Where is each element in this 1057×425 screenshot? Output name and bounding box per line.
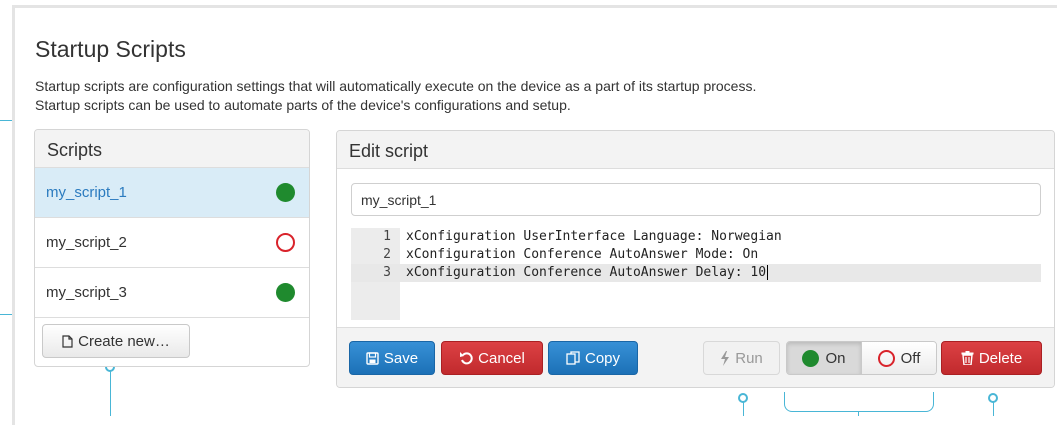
script-item-label: my_script_3 bbox=[46, 284, 127, 301]
line-text: xConfiguration Conference AutoAnswer Del… bbox=[406, 265, 767, 280]
scripts-panel: Scripts my_script_1 my_script_2 my_scrip… bbox=[34, 129, 310, 367]
line-number: 2 bbox=[383, 247, 391, 262]
status-on-icon bbox=[276, 183, 295, 202]
callout-dot-delete bbox=[988, 393, 998, 403]
line-text: xConfiguration Conference AutoAnswer Mod… bbox=[406, 247, 759, 262]
floppy-disk-icon bbox=[366, 351, 379, 365]
page-description-line-2: Startup scripts can be used to automate … bbox=[35, 97, 571, 113]
code-line-active: 3 xConfiguration Conference AutoAnswer D… bbox=[351, 264, 1041, 282]
on-off-toggle: On Off bbox=[786, 341, 937, 375]
line-number: 1 bbox=[383, 229, 391, 244]
page-description-line-1: Startup scripts are configuration settin… bbox=[35, 78, 757, 94]
script-item-label: my_script_2 bbox=[46, 234, 127, 251]
script-item-my-script-1[interactable]: my_script_1 bbox=[35, 168, 309, 218]
trash-icon bbox=[961, 351, 974, 365]
line-number: 3 bbox=[383, 265, 391, 280]
cancel-button[interactable]: Cancel bbox=[441, 341, 543, 375]
script-item-my-script-2[interactable]: my_script_2 bbox=[35, 218, 309, 268]
create-new-button[interactable]: Create new… bbox=[42, 324, 190, 358]
toggle-off-label: Off bbox=[900, 349, 921, 367]
copy-button[interactable]: Copy bbox=[548, 341, 638, 375]
callout-line-create bbox=[110, 370, 111, 416]
toggle-on-option[interactable]: On bbox=[787, 342, 861, 374]
run-button[interactable]: Run bbox=[703, 341, 780, 375]
run-label: Run bbox=[735, 349, 763, 367]
toggle-off-option[interactable]: Off bbox=[861, 342, 936, 374]
cancel-label: Cancel bbox=[478, 349, 525, 367]
script-item-my-script-3[interactable]: my_script_3 bbox=[35, 268, 309, 318]
page-title: Startup Scripts bbox=[35, 36, 186, 62]
line-text-with-cursor: xConfiguration Conference AutoAnswer Del… bbox=[406, 264, 769, 282]
save-label: Save bbox=[383, 349, 419, 367]
callout-line-left-top bbox=[0, 120, 12, 121]
code-editor[interactable]: 1 xConfiguration UserInterface Language:… bbox=[351, 228, 1041, 320]
callout-line-run bbox=[743, 402, 744, 416]
copy-label: Copy bbox=[584, 349, 621, 367]
lightning-icon bbox=[720, 350, 730, 366]
script-name-input[interactable] bbox=[351, 183, 1041, 216]
status-on-icon bbox=[802, 349, 820, 367]
scripts-panel-title: Scripts bbox=[35, 130, 309, 168]
callout-line-delete bbox=[993, 402, 994, 416]
file-icon bbox=[62, 334, 73, 348]
text-cursor bbox=[767, 265, 769, 280]
code-line: 2 xConfiguration Conference AutoAnswer M… bbox=[351, 246, 1041, 264]
edit-script-footer: Save Cancel Copy Run On Off Delete bbox=[337, 327, 1054, 387]
undo-icon bbox=[459, 351, 473, 365]
edit-script-panel: Edit script 1 xConfiguration UserInterfa… bbox=[336, 130, 1055, 388]
callout-line-left-bottom bbox=[0, 314, 12, 315]
toggle-on-label: On bbox=[825, 349, 846, 367]
callout-bracket-toggle bbox=[784, 392, 934, 412]
copy-icon bbox=[566, 351, 580, 365]
line-text: xConfiguration UserInterface Language: N… bbox=[406, 229, 782, 244]
status-off-icon bbox=[276, 233, 295, 252]
callout-dot-run bbox=[738, 393, 748, 403]
edit-script-title: Edit script bbox=[337, 131, 1054, 169]
save-button[interactable]: Save bbox=[349, 341, 435, 375]
status-off-icon bbox=[877, 349, 895, 367]
code-line: 1 xConfiguration UserInterface Language:… bbox=[351, 228, 1041, 246]
callout-line-toggle bbox=[858, 411, 859, 416]
create-new-label: Create new… bbox=[78, 332, 170, 350]
status-on-icon bbox=[276, 283, 295, 302]
delete-button[interactable]: Delete bbox=[941, 341, 1042, 375]
delete-label: Delete bbox=[978, 349, 1023, 367]
script-item-label: my_script_1 bbox=[46, 184, 127, 201]
